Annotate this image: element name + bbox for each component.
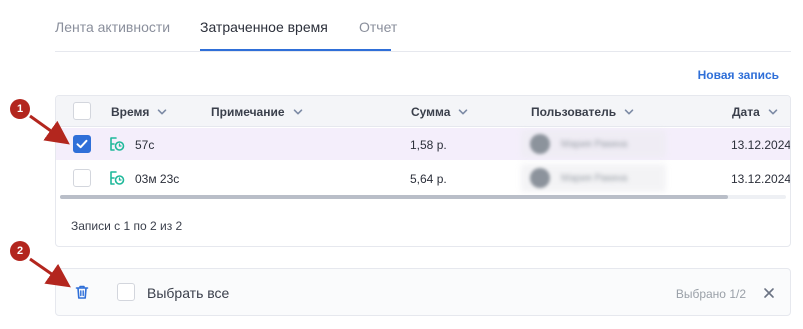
records-info: Записи с 1 по 2 из 2 [71,219,183,233]
tab-report[interactable]: Отчет [359,19,397,35]
date-value: 13.12.2024 [731,172,791,186]
chevron-down-icon [458,107,468,117]
tab-time-spent[interactable]: Затраченное время [200,19,328,35]
trash-icon[interactable] [74,284,90,300]
tab-bar: Лента активности Затраченное время Отчет [55,0,791,52]
column-header-user[interactable]: Пользователь [531,105,634,119]
horizontal-scrollbar-thumb[interactable] [60,195,728,199]
timer-icon [110,137,125,151]
selected-count: Выбрано 1/2 [675,287,746,301]
column-header-amount[interactable]: Сумма [411,105,468,119]
row-checkbox[interactable] [73,135,91,153]
table-header: Время Примечание Сумма Пользователь Дата [56,96,790,127]
user-name: Мария Ракина [561,173,628,184]
chevron-down-icon [624,107,634,117]
bulk-action-bar: Выбрать все Выбрано 1/2 [55,268,791,316]
column-header-note[interactable]: Примечание [211,105,303,119]
date-value: 13.12.2024 [731,138,791,152]
time-value: 03м 23с [135,172,180,186]
amount-value: 1,58 р. [410,138,447,152]
avatar [530,168,550,188]
annotation-badge-1: 1 [10,99,30,119]
tab-activity-feed[interactable]: Лента активности [55,19,170,35]
annotation-badge-2: 2 [10,241,30,261]
avatar [530,134,550,154]
active-tab-indicator [200,49,391,51]
column-header-date[interactable]: Дата [732,105,778,119]
select-all-checkbox[interactable] [117,283,135,301]
chevron-down-icon [293,107,303,117]
table-row[interactable]: 57с 1,58 р. Мария Ракина 13.12.2024 [56,128,790,160]
close-icon[interactable] [762,286,776,300]
new-record-link[interactable]: Новая запись [698,68,779,82]
row-checkbox[interactable] [73,169,91,187]
table-row[interactable]: 03м 23с 5,64 р. Мария Ракина 13.12.2024 [56,162,790,194]
select-all-label[interactable]: Выбрать все [147,285,229,301]
chevron-down-icon [768,107,778,117]
amount-value: 5,64 р. [410,172,447,186]
timer-icon [110,171,125,185]
time-value: 57с [135,138,155,152]
user-name: Мария Ракина [561,139,628,150]
time-entries-table: Время Примечание Сумма Пользователь Дата [55,95,791,247]
header-checkbox[interactable] [73,102,91,120]
column-header-time[interactable]: Время [111,105,167,119]
chevron-down-icon [157,107,167,117]
